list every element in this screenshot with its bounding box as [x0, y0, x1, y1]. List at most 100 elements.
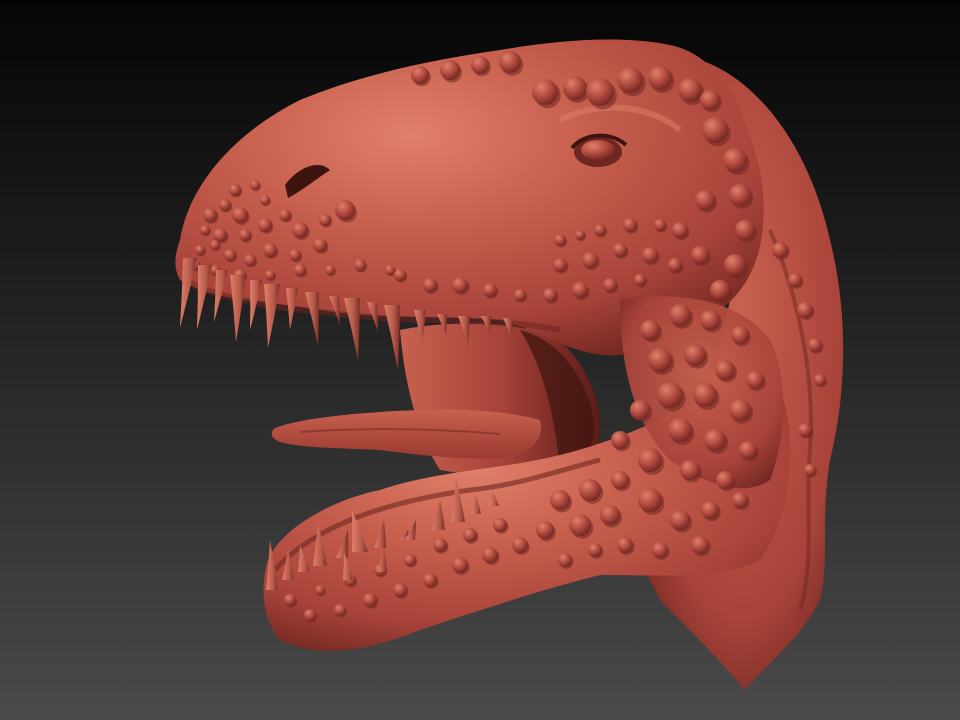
- scale-bump: [404, 554, 416, 566]
- scale-bump: [634, 274, 646, 286]
- scale-bump: [482, 547, 498, 563]
- scale-bump: [788, 273, 802, 287]
- scale-bump: [582, 252, 598, 268]
- scale-bump: [731, 326, 749, 344]
- scale-bump: [693, 383, 717, 407]
- scale-bump: [232, 207, 248, 223]
- scale-bump: [623, 218, 637, 232]
- scale-bump: [294, 264, 306, 276]
- scale-bump: [423, 573, 437, 587]
- scale-bump: [579, 479, 601, 501]
- scale-bump: [219, 199, 231, 211]
- scale-bump: [334, 604, 346, 616]
- scale-bump: [575, 230, 585, 240]
- scale-bump: [554, 234, 566, 246]
- scale-bump: [797, 302, 813, 318]
- scale-bump: [550, 490, 570, 510]
- scale-bump: [224, 249, 236, 261]
- scale-bump: [680, 460, 700, 480]
- scale-bump: [638, 448, 662, 472]
- scale-bump: [239, 229, 251, 241]
- scale-bump: [715, 360, 735, 380]
- scale-bump: [499, 51, 521, 73]
- scale-bump: [684, 344, 706, 366]
- scale-bump: [735, 220, 755, 240]
- scale-bump: [289, 249, 301, 261]
- scale-bump: [729, 184, 751, 206]
- scale-bump: [563, 76, 587, 100]
- scale-bump: [483, 283, 497, 297]
- scale-bump: [723, 148, 747, 172]
- scale-bump: [716, 471, 734, 489]
- scale-bump: [394, 269, 406, 281]
- scale-bump: [603, 278, 617, 292]
- scale-bump: [695, 190, 715, 210]
- scale-bump: [385, 265, 395, 275]
- scale-bump: [536, 521, 554, 539]
- scale-bump: [700, 90, 720, 110]
- scale-bump: [200, 225, 210, 235]
- scale-bump: [600, 505, 620, 525]
- scale-bump: [493, 518, 507, 532]
- scale-bump: [319, 214, 331, 226]
- scale-bump: [292, 222, 308, 238]
- scale-bump: [315, 585, 325, 595]
- scale-bump: [210, 240, 220, 250]
- scale-bump: [263, 243, 277, 257]
- scale-bump: [814, 374, 826, 386]
- scale-bump: [452, 557, 468, 573]
- scale-bump: [363, 593, 377, 607]
- scale-bump: [739, 441, 757, 459]
- trex-sculpt-render: [0, 0, 960, 720]
- scale-bump: [452, 277, 468, 293]
- scale-bump: [691, 536, 709, 554]
- scale-bump: [195, 245, 205, 255]
- scale-bump: [704, 429, 726, 451]
- scale-bump: [654, 219, 666, 231]
- scale-bump: [393, 583, 407, 597]
- scale-bump: [543, 288, 557, 302]
- scale-bump: [652, 542, 668, 558]
- scale-bump: [611, 471, 629, 489]
- scale-bump: [700, 310, 720, 330]
- scale-bump: [512, 537, 528, 553]
- scale-bump: [265, 270, 275, 280]
- scale-bump: [798, 423, 812, 437]
- scale-bump: [701, 501, 719, 519]
- scale-bump: [611, 431, 629, 449]
- scale-bump: [304, 609, 316, 621]
- scale-bump: [668, 258, 682, 272]
- scale-bump: [648, 66, 672, 90]
- scale-bump: [640, 320, 660, 340]
- scale-bump: [710, 280, 730, 300]
- scale-bump: [617, 67, 643, 93]
- scale-bump: [724, 254, 746, 276]
- scale-bump: [648, 348, 672, 372]
- scale-bump: [325, 265, 335, 275]
- scale-bump: [657, 382, 683, 408]
- scale-bump: [732, 492, 748, 508]
- scale-bump: [354, 259, 366, 271]
- scale-bump: [569, 514, 591, 536]
- scale-bump: [411, 66, 429, 84]
- scale-bump: [532, 79, 558, 105]
- scale-bump: [553, 258, 567, 272]
- scale-bump: [594, 224, 606, 236]
- scale-bump: [313, 238, 327, 252]
- scale-bump: [672, 222, 688, 238]
- scale-bump: [772, 242, 788, 258]
- scale-bump: [244, 254, 256, 266]
- scale-bump: [433, 538, 447, 552]
- scale-bump: [335, 200, 355, 220]
- scale-bump: [440, 60, 460, 80]
- scale-bump: [558, 553, 572, 567]
- scale-bump: [702, 117, 728, 143]
- scale-bump: [213, 228, 227, 242]
- scale-bump: [229, 184, 241, 196]
- scale-bump: [572, 282, 588, 298]
- scale-bump: [617, 537, 633, 553]
- scale-bump: [669, 304, 691, 326]
- scale-bump: [514, 289, 526, 301]
- scale-bump: [588, 543, 602, 557]
- scale-bump: [423, 278, 437, 292]
